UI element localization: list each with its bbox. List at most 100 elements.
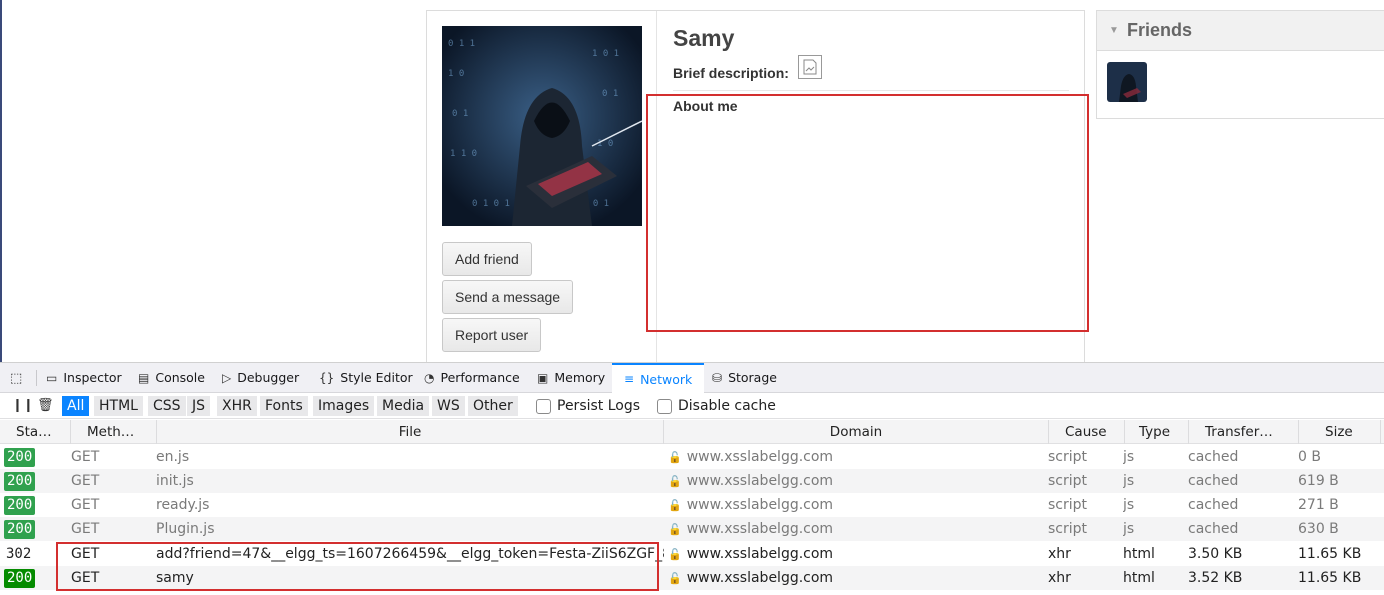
disable-cache-checkbox[interactable]: Disable cache: [657, 398, 776, 414]
column-status[interactable]: Sta…: [10, 420, 71, 444]
checkbox-box[interactable]: [657, 398, 672, 414]
filter-js[interactable]: JS: [187, 396, 211, 416]
file-text: en.js: [156, 449, 190, 465]
checkbox-box[interactable]: [536, 398, 551, 414]
domain-cell: 🔓 www.xsslabelgg.com: [668, 517, 1048, 541]
filter-html[interactable]: HTML: [94, 396, 143, 416]
filter-fonts[interactable]: Fonts: [260, 396, 308, 416]
column-transferred[interactable]: Transfer…: [1189, 420, 1299, 444]
cause-cell: xhr: [1048, 566, 1124, 590]
insecure-lock-icon: 🔓: [668, 498, 682, 512]
type-cell: js: [1123, 493, 1187, 517]
cause-cell: script: [1048, 445, 1124, 469]
svg-text:1 0: 1 0: [597, 139, 613, 149]
highlight-box-requests: [56, 542, 659, 591]
type-cell: js: [1123, 469, 1187, 493]
domain-text: www.xsslabelgg.com: [686, 449, 834, 465]
network-toolbar: ❙❙ 🗑 All HTML CSS JS XHR Fonts Images Me…: [0, 393, 1384, 419]
domain-text: www.xsslabelgg.com: [686, 521, 834, 537]
filter-css[interactable]: CSS: [148, 396, 186, 416]
tab-debugger[interactable]: ▷ Debugger: [222, 363, 299, 392]
element-picker-icon[interactable]: ⬚: [10, 371, 22, 386]
column-type[interactable]: Type: [1125, 420, 1189, 444]
svg-text:1 0: 1 0: [448, 69, 464, 79]
tabbar-separator: [36, 370, 37, 386]
file-text: init.js: [156, 473, 194, 489]
profile-separator: [673, 90, 1069, 91]
column-domain[interactable]: Domain: [664, 420, 1049, 444]
tab-label: Inspector: [63, 370, 122, 385]
cause-text: script: [1048, 521, 1088, 537]
performance-icon: ◔: [424, 370, 435, 385]
column-file[interactable]: File: [157, 420, 664, 444]
transferred-cell: cached: [1188, 493, 1298, 517]
request-table-header: Sta… Meth… File Domain Cause Type Transf…: [0, 420, 1384, 444]
memory-icon: ▣: [537, 370, 549, 385]
broken-image-icon: [798, 55, 822, 79]
tab-network[interactable]: ≡ Network: [612, 363, 705, 393]
column-method[interactable]: Meth…: [71, 420, 157, 444]
tab-label: Network: [640, 371, 693, 387]
collapse-triangle-icon[interactable]: ▼: [1109, 25, 1119, 36]
friends-title: Friends: [1127, 20, 1193, 40]
insecure-lock-icon: 🔓: [668, 547, 682, 561]
column-size[interactable]: Size: [1299, 420, 1381, 444]
request-row[interactable]: 200 GET Plugin.js 🔓 www.xsslabelgg.com script…: [0, 517, 1384, 541]
filter-other[interactable]: Other: [468, 396, 518, 416]
tab-style-editor[interactable]: {} Style Editor: [319, 363, 413, 392]
send-message-button[interactable]: Send a message: [442, 280, 574, 314]
tab-label: Debugger: [237, 370, 300, 385]
report-user-button[interactable]: Report user: [442, 318, 542, 352]
domain-cell: 🔓 www.xsslabelgg.com: [668, 566, 1048, 590]
filter-ws[interactable]: WS: [432, 396, 465, 416]
debugger-icon: ▷: [222, 370, 232, 385]
size-cell: 0 B: [1298, 445, 1382, 469]
transferred-text: cached: [1188, 449, 1239, 465]
size-text: 11.65 KB: [1298, 546, 1362, 562]
devtools-tabbar: ⬚ ▭ Inspector ▤ Console ▷ Debugger {} St…: [0, 363, 1384, 393]
request-row[interactable]: 200 GET ready.js 🔓 www.xsslabelgg.com script j…: [0, 493, 1384, 517]
status-badge: 200: [4, 519, 36, 539]
persist-logs-checkbox[interactable]: Persist Logs: [536, 398, 640, 414]
file-text: Plugin.js: [156, 521, 215, 537]
size-cell: 630 B: [1298, 517, 1382, 541]
pause-icon[interactable]: ❙❙: [12, 398, 34, 413]
transferred-cell: cached: [1188, 517, 1298, 541]
add-friend-button[interactable]: Add friend: [442, 242, 532, 276]
filter-media[interactable]: Media: [377, 396, 430, 416]
svg-text:1 1 0: 1 1 0: [450, 149, 477, 159]
filter-all[interactable]: All: [62, 396, 90, 416]
filter-xhr[interactable]: XHR: [217, 396, 257, 416]
domain-text: www.xsslabelgg.com: [686, 473, 834, 489]
transferred-text: cached: [1188, 497, 1239, 513]
tab-memory[interactable]: ▣ Memory: [537, 363, 605, 392]
type-text: html: [1123, 546, 1155, 562]
filter-images[interactable]: Images: [313, 396, 375, 416]
method-cell: GET: [71, 493, 157, 517]
column-cause[interactable]: Cause: [1049, 420, 1125, 444]
request-row[interactable]: 200 GET init.js 🔓 www.xsslabelgg.com script js…: [0, 469, 1384, 493]
cause-cell: script: [1048, 469, 1124, 493]
type-text: js: [1123, 449, 1135, 465]
trash-icon[interactable]: 🗑: [37, 398, 54, 413]
svg-text:0 1: 0 1: [602, 89, 618, 99]
transferred-cell: cached: [1188, 469, 1298, 493]
tab-storage[interactable]: ⛁ Storage: [712, 363, 777, 392]
type-cell: html: [1123, 542, 1187, 566]
request-row[interactable]: 200 GET en.js 🔓 www.xsslabelgg.com script js ca…: [0, 445, 1384, 469]
tab-inspector[interactable]: ▭ Inspector: [46, 363, 122, 392]
tab-performance[interactable]: ◔ Performance: [424, 363, 520, 392]
method-text: GET: [71, 497, 100, 513]
size-text: 0 B: [1298, 449, 1321, 465]
persist-logs-label: Persist Logs: [557, 398, 641, 414]
size-text: 271 B: [1298, 497, 1339, 513]
domain-text: www.xsslabelgg.com: [686, 546, 834, 562]
network-icon: ≡: [624, 372, 635, 386]
method-cell: GET: [71, 469, 157, 493]
size-cell: 11.65 KB: [1298, 566, 1382, 590]
cause-text: script: [1048, 449, 1088, 465]
type-cell: html: [1123, 566, 1187, 590]
domain-text: www.xsslabelgg.com: [686, 570, 834, 586]
friend-avatar[interactable]: [1107, 62, 1147, 102]
tab-console[interactable]: ▤ Console: [138, 363, 205, 392]
